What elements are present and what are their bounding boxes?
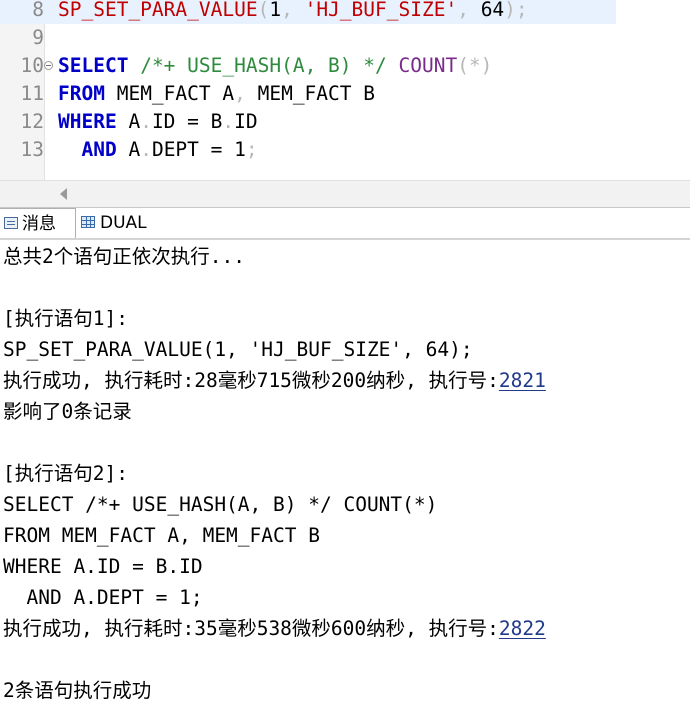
code-text: FROM MEM_FACT A, MEM_FACT B <box>58 80 375 108</box>
output-text: 影响了0条记录 <box>3 400 132 423</box>
code-token: ID = B <box>151 110 223 133</box>
code-token: WHERE <box>58 110 117 133</box>
sql-editor[interactable]: 8 SP_SET_PARA_VALUE(1, 'HJ_BUF_SIZE', 64)… <box>0 0 690 180</box>
code-token: MEM_FACT A <box>104 82 235 105</box>
output-line: 总共2个语句正依次执行... <box>3 241 245 272</box>
code-token: ; <box>245 138 258 161</box>
code-token: . <box>140 110 152 133</box>
code-token: FROM <box>58 82 105 105</box>
code-token: , <box>281 0 305 21</box>
output-line: AND A.DEPT = 1; <box>3 582 203 613</box>
code-token: . <box>222 110 235 133</box>
execution-id-link[interactable]: 2821 <box>499 369 546 392</box>
output-text: 执行成功, 执行耗时:28毫秒715微秒200纳秒, 执行号: <box>3 369 499 392</box>
output-line: 影响了0条记录 <box>3 396 132 427</box>
code-text: AND A.DEPT = 1; <box>58 136 258 164</box>
code-token: DEPT = 1 <box>151 138 246 161</box>
code-token: MEM_FACT B <box>245 82 375 105</box>
line-number: 12 <box>20 110 44 133</box>
tab-messages-label: 消息 <box>22 214 56 234</box>
code-text: WHERE A.ID = B.ID <box>58 108 258 136</box>
code-token: , <box>457 0 481 21</box>
code-token: ( <box>257 0 270 21</box>
output-line: SELECT /*+ USE_HASH(A, B) */ COUNT(*) <box>3 489 437 520</box>
code-token: 1 <box>269 0 282 21</box>
output-text: SELECT /*+ USE_HASH(A, B) */ COUNT(*) <box>3 493 438 516</box>
code-token: SP_SET_PARA_VALUE <box>58 0 258 21</box>
output-text: WHERE A.ID = B.ID <box>3 555 203 578</box>
line-number: 10 <box>20 54 44 77</box>
scroll-left-arrow-icon[interactable] <box>60 188 67 200</box>
code-token: /*+ USE_HASH(A, B) */ <box>140 54 387 77</box>
code-token: SELECT <box>58 54 129 77</box>
message-output-panel: 总共2个语句正依次执行... [执行语句1]: SP_SET_PARA_VALUE(… <box>0 240 690 708</box>
output-text: 2条语句执行成功 <box>3 679 152 702</box>
output-line: SP_SET_PARA_VALUE(1, 'HJ_BUF_SIZE', 64); <box>3 334 473 365</box>
code-text: SP_SET_PARA_VALUE(1, 'HJ_BUF_SIZE', 64); <box>58 0 528 24</box>
output-line: 2条语句执行成功 <box>3 675 151 706</box>
code-token: ID <box>234 110 258 133</box>
execution-id-link[interactable]: 2822 <box>499 617 546 640</box>
code-token: ); <box>504 0 528 21</box>
code-token: A <box>116 110 141 133</box>
code-token: A <box>116 138 141 161</box>
line-number: 13 <box>20 138 44 161</box>
line-number: 8 <box>32 0 44 21</box>
output-text: 总共2个语句正依次执行... <box>3 245 245 268</box>
message-icon <box>4 217 18 229</box>
tab-messages[interactable]: 消息 <box>0 208 76 238</box>
editor-horizontal-scrollbar[interactable] <box>0 180 690 207</box>
code-token: , <box>234 82 246 105</box>
fold-toggle-icon[interactable] <box>44 61 53 70</box>
table-grid-icon <box>81 216 95 228</box>
output-text: AND A.DEPT = 1; <box>3 586 203 609</box>
code-token: AND <box>81 138 117 161</box>
tab-dual[interactable]: DUAL <box>78 208 154 238</box>
output-line: [执行语句1]: <box>3 303 128 334</box>
code-token: COUNT <box>398 54 458 77</box>
output-line: WHERE A.ID = B.ID <box>3 551 203 582</box>
output-text: [执行语句1]: <box>3 307 128 330</box>
code-token: 64 <box>480 0 505 21</box>
output-line: FROM MEM_FACT A, MEM_FACT B <box>3 520 320 551</box>
output-text: [执行语句2]: <box>3 462 128 485</box>
output-text: SP_SET_PARA_VALUE(1, 'HJ_BUF_SIZE', 64); <box>3 338 473 361</box>
code-token: 'HJ_BUF_SIZE' <box>304 0 458 21</box>
gutter-divider <box>44 0 45 180</box>
code-token: (*) <box>457 54 493 77</box>
line-number: 11 <box>20 82 44 105</box>
line-number: 9 <box>32 26 44 49</box>
output-line: 执行成功, 执行耗时:28毫秒715微秒200纳秒, 执行号:2821 <box>3 365 546 396</box>
output-line: [执行语句2]: <box>3 458 128 489</box>
output-text: 执行成功, 执行耗时:35毫秒538微秒600纳秒, 执行号: <box>3 617 499 640</box>
code-token: . <box>140 138 152 161</box>
output-line: 执行成功, 执行耗时:35毫秒538微秒600纳秒, 执行号:2822 <box>3 613 546 644</box>
code-text: SELECT /*+ USE_HASH(A, B) */ COUNT(*) <box>58 52 492 80</box>
code-line[interactable]: 8 SP_SET_PARA_VALUE(1, 'HJ_BUF_SIZE', 64)… <box>0 0 616 24</box>
tab-dual-label: DUAL <box>100 213 147 233</box>
output-text: FROM MEM_FACT A, MEM_FACT B <box>3 524 320 547</box>
